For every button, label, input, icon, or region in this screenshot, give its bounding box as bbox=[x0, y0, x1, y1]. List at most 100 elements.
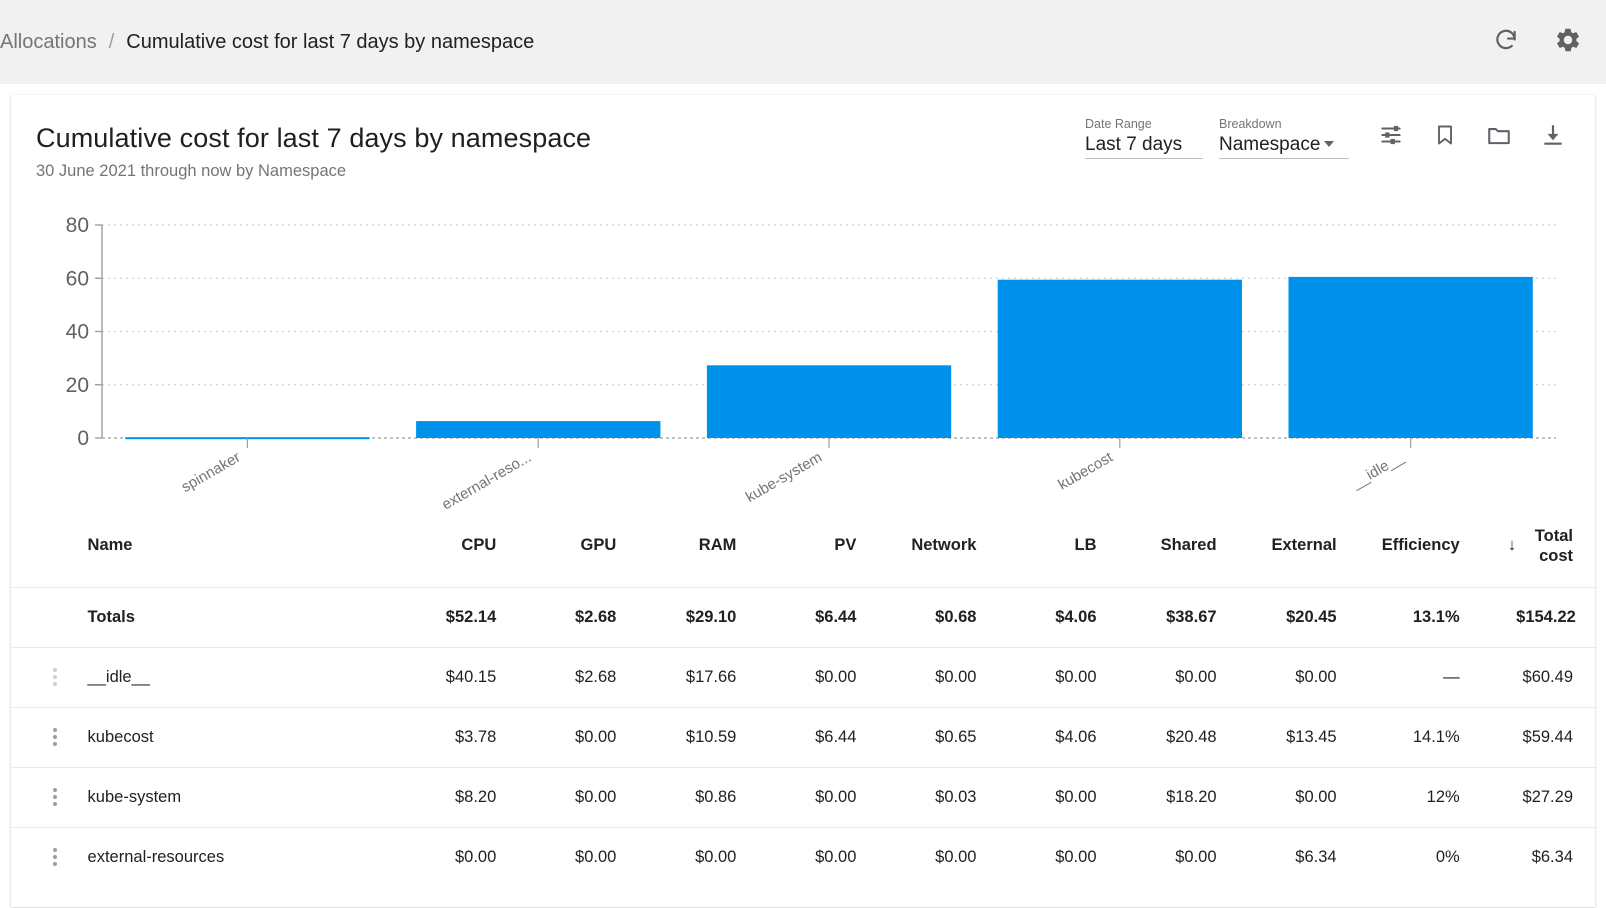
row-total-cost: $6.34 bbox=[1531, 847, 1573, 866]
chart-bar[interactable] bbox=[416, 421, 661, 438]
settings-button[interactable] bbox=[1548, 22, 1588, 62]
breadcrumb-current: Cumulative cost for last 7 days by names… bbox=[126, 30, 535, 53]
chart-bars bbox=[125, 276, 1533, 440]
dot bbox=[53, 855, 58, 860]
chart-x-label: kube-system bbox=[743, 449, 825, 506]
row-efficiency: 0% bbox=[1435, 847, 1460, 866]
dot bbox=[53, 848, 58, 853]
dot bbox=[53, 735, 58, 739]
header-pv[interactable]: PV bbox=[736, 511, 856, 587]
row-pv: $6.44 bbox=[815, 727, 857, 746]
allocations-table: Name CPU GPU RAM PV Network LB Shared Ex… bbox=[11, 511, 1595, 887]
row-total-cost: $59.44 bbox=[1522, 727, 1573, 746]
totals-gpu: $2.68 bbox=[575, 607, 617, 626]
table-row[interactable]: __idle__ $40.15 $2.68 $17.66 $0.00 $0.00 $0.00… bbox=[11, 647, 1595, 707]
table-row[interactable]: kubecost $3.78 $0.00 $10.59 $6.44 $0.65 $4.06 $… bbox=[11, 707, 1595, 767]
chevron-down-icon bbox=[1324, 141, 1335, 147]
row-menu-button[interactable] bbox=[11, 848, 74, 867]
totals-cpu: $52.14 bbox=[445, 607, 497, 626]
header-ram[interactable]: RAM bbox=[616, 511, 737, 587]
chart-x-label: kubecost bbox=[1055, 448, 1116, 493]
dot bbox=[53, 795, 58, 799]
totals-efficiency: 13.1% bbox=[1412, 607, 1460, 626]
dot bbox=[53, 728, 58, 732]
header-efficiency[interactable]: Efficiency bbox=[1337, 511, 1460, 587]
breadcrumb: Allocations / Cumulative cost for last 7… bbox=[0, 31, 534, 54]
header-network[interactable]: Network bbox=[856, 511, 976, 587]
row-gpu: $2.68 bbox=[575, 667, 617, 686]
header-external[interactable]: External bbox=[1217, 511, 1336, 587]
table-row[interactable]: kube-system $8.20 $0.00 $0.86 $0.00 $0.03 $0.0… bbox=[11, 767, 1595, 827]
header-name[interactable]: Name bbox=[74, 511, 377, 587]
row-gpu: $0.00 bbox=[575, 847, 617, 866]
table-row[interactable]: external-resources $0.00 $0.00 $0.00 $0.00 $0… bbox=[11, 827, 1595, 887]
row-shared: $18.20 bbox=[1166, 787, 1217, 806]
dot bbox=[53, 675, 58, 679]
row-menu-cell bbox=[11, 827, 74, 887]
header-lb[interactable]: LB bbox=[976, 511, 1097, 587]
row-sort-spacer bbox=[1460, 707, 1516, 767]
row-pv: $0.00 bbox=[815, 787, 857, 806]
bookmark-button[interactable] bbox=[1425, 117, 1465, 157]
row-ram: $0.86 bbox=[695, 787, 737, 806]
gear-icon bbox=[1554, 26, 1582, 59]
refresh-button[interactable] bbox=[1486, 22, 1526, 62]
sort-descending-icon[interactable]: ↓ bbox=[1460, 511, 1516, 587]
row-name[interactable]: external-resources bbox=[74, 827, 377, 887]
totals-ram: $29.10 bbox=[685, 607, 737, 626]
svg-text:0: 0 bbox=[77, 427, 89, 450]
header-shared[interactable]: Shared bbox=[1097, 511, 1217, 587]
totals-network: $0.68 bbox=[935, 607, 977, 626]
row-shared: $0.00 bbox=[1175, 667, 1217, 686]
row-sort-spacer bbox=[1460, 827, 1516, 887]
chart-bar[interactable] bbox=[706, 365, 952, 438]
chart-bar[interactable] bbox=[997, 279, 1242, 438]
row-menu-button[interactable] bbox=[11, 728, 74, 746]
dot bbox=[53, 682, 58, 686]
svg-text:80: 80 bbox=[66, 214, 89, 237]
chart-y-axis: 0 20 40 60 80 bbox=[66, 214, 102, 450]
totals-sort-spacer bbox=[1460, 587, 1516, 647]
breakdown-select[interactable]: Breakdown Namespace bbox=[1219, 117, 1349, 159]
svg-text:20: 20 bbox=[66, 374, 89, 397]
date-range-value: Last 7 days bbox=[1085, 134, 1183, 155]
header-total-cost[interactable]: Total cost bbox=[1516, 511, 1595, 587]
row-gpu: $0.00 bbox=[575, 727, 617, 746]
topbar-actions bbox=[1486, 0, 1588, 84]
row-lb: $0.00 bbox=[1055, 787, 1097, 806]
breakdown-value: Namespace bbox=[1219, 134, 1321, 155]
chart-x-label: __idle__ bbox=[1348, 448, 1407, 492]
row-efficiency: 14.1% bbox=[1412, 727, 1460, 746]
chart-x-axis: spinnaker external-reso... kube-system kube… bbox=[179, 438, 1412, 511]
header-cpu[interactable]: CPU bbox=[376, 511, 496, 587]
row-cpu: $40.15 bbox=[445, 667, 497, 686]
bar-chart: 0 20 40 60 80 spinnaker external-reso... kube-… bbox=[11, 211, 1595, 511]
folder-button[interactable] bbox=[1479, 117, 1519, 157]
report-card: Cumulative cost for last 7 days by names… bbox=[11, 95, 1595, 907]
row-name[interactable]: kubecost bbox=[74, 707, 377, 767]
header-gpu[interactable]: GPU bbox=[496, 511, 617, 587]
row-menu-button[interactable] bbox=[11, 668, 74, 686]
card-header: Cumulative cost for last 7 days by names… bbox=[11, 95, 1595, 195]
row-name[interactable]: kube-system bbox=[74, 767, 377, 827]
row-external: $0.00 bbox=[1295, 787, 1337, 806]
row-menu-button[interactable] bbox=[11, 788, 74, 806]
row-shared: $20.48 bbox=[1166, 727, 1217, 746]
dot bbox=[53, 668, 58, 672]
date-range-select[interactable]: Date Range Last 7 days bbox=[1085, 117, 1203, 159]
header-total-cost-line1: Total bbox=[1534, 526, 1573, 545]
table-body: Totals $52.14 $2.68 $29.10 $6.44 $0.68 $4.06 $3… bbox=[11, 587, 1595, 887]
row-gpu: $0.00 bbox=[575, 787, 617, 806]
tune-button[interactable] bbox=[1371, 117, 1411, 157]
download-button[interactable] bbox=[1533, 117, 1573, 157]
row-ram: $0.00 bbox=[695, 847, 737, 866]
row-network: $0.65 bbox=[935, 727, 977, 746]
svg-text:40: 40 bbox=[66, 321, 89, 344]
row-external: $0.00 bbox=[1295, 667, 1337, 686]
row-lb: $4.06 bbox=[1055, 727, 1097, 746]
tune-icon bbox=[1378, 122, 1404, 153]
breadcrumb-link-allocations[interactable]: Allocations bbox=[0, 31, 97, 54]
row-name[interactable]: __idle__ bbox=[74, 647, 377, 707]
chart-x-label: spinnaker bbox=[179, 449, 244, 496]
chart-bar[interactable] bbox=[1288, 276, 1533, 438]
